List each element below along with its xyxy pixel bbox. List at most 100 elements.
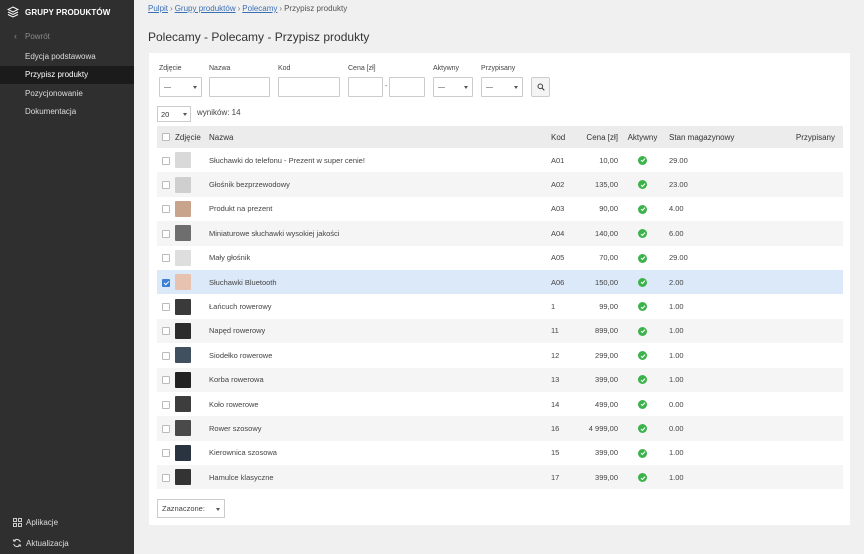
assigned-cell	[754, 343, 843, 368]
thumbnail-cell	[175, 245, 209, 270]
product-code: 1	[551, 294, 585, 319]
col-header-zdjecie[interactable]: Zdjęcie	[175, 126, 209, 148]
row-checkbox[interactable]	[162, 181, 170, 190]
breadcrumb: Pulpit › Grupy produktów › Polecamy › Przypisz…	[148, 4, 347, 13]
table-row[interactable]: Mały głośnik A05 70,00 29.00	[157, 245, 843, 270]
sidebar-item[interactable]: Dokumentacja	[0, 103, 134, 122]
breadcrumb-link-polecamy[interactable]: Polecamy	[242, 4, 277, 13]
col-header-nazwa[interactable]: Nazwa	[209, 126, 551, 148]
assigned-cell	[754, 367, 843, 392]
active-cell	[621, 391, 664, 417]
table-row[interactable]: Napęd rowerowy 11 899,00 1.00	[157, 318, 843, 344]
col-header-aktywny[interactable]: Aktywny	[621, 126, 664, 148]
sidebar-header: GRUPY PRODUKTÓW	[0, 0, 134, 24]
breadcrumb-link-grupy[interactable]: Grupy produktów	[175, 4, 236, 13]
table-row[interactable]: Koło rowerowe 14 499,00 0.00	[157, 391, 843, 417]
table-row[interactable]: Głośnik bezprzewodowy A02 135,00 23.00	[157, 172, 843, 197]
active-cell	[621, 294, 664, 319]
product-price: 99,00	[585, 294, 621, 319]
row-checkbox[interactable]	[162, 327, 170, 336]
row-checkbox-cell	[157, 465, 175, 490]
table-row[interactable]: Słuchawki do telefonu - Prezent w super …	[157, 148, 843, 173]
table-row[interactable]: Łańcuch rowerowy 1 99,00 1.00	[157, 294, 843, 319]
search-icon	[537, 83, 545, 91]
row-checkbox[interactable]	[162, 156, 170, 165]
col-header-stan[interactable]: Stan magazynowy	[664, 126, 754, 148]
product-name: Głośnik bezprzewodowy	[209, 172, 551, 197]
breadcrumb-separator: ›	[237, 4, 241, 13]
col-header-cena[interactable]: Cena [zł]	[585, 126, 621, 148]
back-link[interactable]: ‹ Powrót	[0, 25, 134, 47]
thumbnail-cell	[175, 416, 209, 441]
table-row[interactable]: Słuchawki Bluetooth A06 150,00 2.00	[157, 269, 843, 295]
caret-down-icon	[216, 508, 220, 511]
row-checkbox[interactable]	[162, 376, 170, 385]
active-cell	[621, 172, 664, 197]
zdjecie-select[interactable]: —	[159, 77, 202, 97]
select-all-checkbox[interactable]	[162, 133, 170, 142]
aktywny-select[interactable]: —	[433, 77, 473, 97]
table-row[interactable]: Miniaturowe słuchawki wysokiej jakości A0…	[157, 221, 843, 246]
row-checkbox[interactable]	[162, 425, 170, 433]
row-checkbox-cell	[157, 269, 175, 295]
filter-label: Przypisany	[481, 65, 516, 72]
sidebar-bottom-item[interactable]: Aktualizacja	[0, 533, 134, 553]
product-stock: 1.00	[664, 343, 754, 368]
przypisany-select[interactable]: —	[481, 77, 523, 97]
product-thumbnail	[175, 322, 191, 339]
table-row[interactable]: Rower szosowy 16 4 999,00 0.00	[157, 416, 843, 441]
results-count: wyników: 14	[197, 108, 241, 117]
thumbnail-cell	[175, 294, 209, 319]
col-header-kod[interactable]: Kod	[551, 126, 585, 148]
cena-from-input[interactable]	[348, 77, 383, 97]
table-row[interactable]: Siodełko rowerowe 12 299,00 1.00	[157, 343, 843, 368]
col-header-przypisany[interactable]: Przypisany	[754, 126, 843, 148]
product-thumbnail	[175, 444, 191, 461]
row-checkbox[interactable]	[162, 254, 170, 263]
filter-przypisany: Przypisany —	[481, 65, 523, 97]
row-checkbox[interactable]	[162, 303, 170, 312]
table-row[interactable]: Hamulce klasyczne 17 399,00 1.00	[157, 465, 843, 490]
sidebar-item[interactable]: Pozycjonowanie	[0, 84, 134, 103]
product-price: 150,00	[585, 269, 621, 295]
thumbnail-cell	[175, 269, 209, 295]
row-checkbox-cell	[157, 294, 175, 319]
product-name: Słuchawki do telefonu - Prezent w super …	[209, 148, 551, 173]
row-checkbox-cell	[157, 172, 175, 197]
kod-input[interactable]	[278, 77, 340, 97]
product-stock: 1.00	[664, 367, 754, 392]
product-thumbnail	[175, 371, 191, 388]
row-checkbox[interactable]	[162, 449, 170, 458]
row-checkbox[interactable]	[162, 351, 170, 360]
row-checkbox-cell	[157, 391, 175, 417]
page-size-select[interactable]: 20	[157, 106, 191, 122]
sidebar-bottom-item[interactable]: Aplikacje	[0, 512, 134, 532]
row-checkbox-cell	[157, 221, 175, 246]
product-name: Korba rowerowa	[209, 367, 551, 392]
sidebar-item[interactable]: Edycja podstawowa	[0, 47, 134, 66]
product-code: A03	[551, 196, 585, 222]
row-checkbox[interactable]	[162, 229, 170, 238]
product-thumbnail	[175, 347, 191, 364]
nazwa-input[interactable]	[209, 77, 270, 97]
table-row[interactable]: Produkt na prezent A03 90,00 4.00	[157, 196, 843, 222]
thumbnail-cell	[175, 318, 209, 344]
bulk-action-select[interactable]: Zaznaczone:	[157, 499, 225, 518]
product-price: 70,00	[585, 245, 621, 270]
row-checkbox[interactable]	[162, 473, 170, 482]
row-checkbox[interactable]	[162, 278, 170, 287]
table-row[interactable]: Korba rowerowa 13 399,00 1.00	[157, 367, 843, 392]
product-code: 11	[551, 318, 585, 344]
sidebar-bottom-label: Aplikacje	[26, 517, 59, 527]
product-stock: 0.00	[664, 391, 754, 417]
row-checkbox[interactable]	[162, 205, 170, 214]
search-button[interactable]	[531, 77, 550, 97]
row-checkbox[interactable]	[162, 400, 170, 409]
breadcrumb-link-pulpit[interactable]: Pulpit	[148, 4, 168, 13]
table-row[interactable]: Kierownica szosowa 15 399,00 1.00	[157, 440, 843, 466]
product-thumbnail	[175, 176, 191, 193]
check-circle-icon	[638, 448, 647, 458]
cena-to-input[interactable]	[389, 77, 425, 97]
products-panel: Zdjęcie — Nazwa Kod Cena [zł] - Aktywny …	[149, 53, 850, 525]
sidebar-item[interactable]: Przypisz produkty	[0, 65, 134, 84]
